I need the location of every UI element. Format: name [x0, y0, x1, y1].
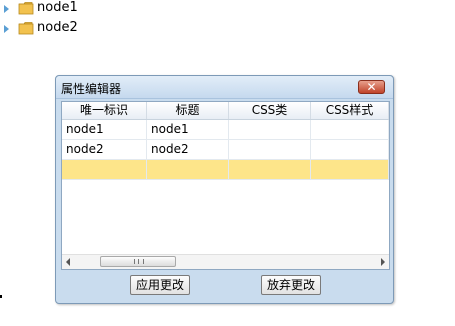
- table-cell[interactable]: node2: [62, 140, 147, 159]
- table-row-new[interactable]: [62, 160, 389, 180]
- grid-body: node1 node1 node2 node2: [62, 120, 389, 180]
- table-cell[interactable]: node1: [62, 120, 147, 139]
- table-cell[interactable]: node1: [147, 120, 229, 139]
- table-cell[interactable]: [311, 120, 389, 139]
- grip-icon: [134, 259, 144, 264]
- table-cell[interactable]: [229, 120, 311, 139]
- column-header-css-class[interactable]: CSS类: [229, 102, 311, 119]
- folder-icon: [18, 22, 34, 35]
- tree-node[interactable]: node1: [2, 0, 122, 20]
- column-header-title[interactable]: 标题: [147, 102, 229, 119]
- scrollbar-thumb[interactable]: [100, 256, 176, 267]
- node-tree: node1 node2: [2, 0, 122, 40]
- table-cell[interactable]: [147, 160, 229, 179]
- table-row[interactable]: node1 node1: [62, 120, 389, 140]
- tree-node-label[interactable]: node1: [37, 0, 78, 16]
- apply-changes-button[interactable]: 应用更改: [130, 275, 190, 295]
- dialog-titlebar[interactable]: 属性编辑器 ✕: [56, 76, 393, 99]
- table-cell[interactable]: [62, 160, 147, 179]
- scroll-right-icon[interactable]: [381, 258, 385, 266]
- table-cell[interactable]: [311, 140, 389, 159]
- close-icon: ✕: [366, 80, 377, 94]
- column-header-css-style[interactable]: CSS样式: [311, 102, 389, 119]
- discard-changes-button[interactable]: 放弃更改: [261, 275, 321, 295]
- folder-icon: [18, 2, 34, 15]
- tree-node-label[interactable]: node2: [37, 20, 78, 36]
- property-editor-dialog: 属性编辑器 ✕ 唯一标识 标题 CSS类 CSS样式 node1 node1 n…: [55, 75, 394, 304]
- table-cell[interactable]: [229, 160, 311, 179]
- dialog-title: 属性编辑器: [61, 82, 122, 96]
- horizontal-scrollbar[interactable]: [62, 254, 389, 269]
- close-button[interactable]: ✕: [358, 80, 385, 94]
- column-header-id[interactable]: 唯一标识: [62, 102, 147, 119]
- stray-mark: [0, 295, 2, 298]
- grid-header: 唯一标识 标题 CSS类 CSS样式: [62, 102, 389, 120]
- table-row[interactable]: node2 node2: [62, 140, 389, 160]
- tree-node[interactable]: node2: [2, 20, 122, 40]
- property-grid: 唯一标识 标题 CSS类 CSS样式 node1 node1 node2 nod…: [61, 101, 390, 270]
- expand-arrow-icon[interactable]: [4, 5, 9, 13]
- table-cell[interactable]: [229, 140, 311, 159]
- table-cell[interactable]: [311, 160, 389, 179]
- scroll-left-icon[interactable]: [66, 258, 70, 266]
- expand-arrow-icon[interactable]: [4, 25, 9, 33]
- table-cell[interactable]: node2: [147, 140, 229, 159]
